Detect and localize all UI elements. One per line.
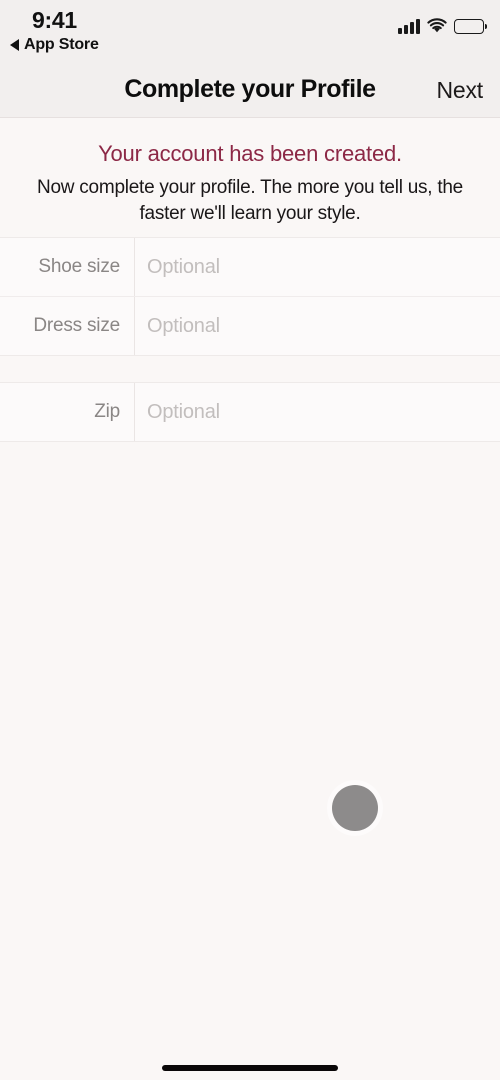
intro-block: Your account has been created. Now compl… [0,119,500,227]
form-row-zip[interactable]: Zip [0,382,500,442]
form-section-zip: Zip [0,382,500,442]
battery-full-icon [454,18,487,34]
status-bar: 9:41 App Store [0,0,500,62]
back-to-app-store-link[interactable]: App Store [10,36,99,54]
back-triangle-icon [10,39,19,51]
intro-subtext: Now complete your profile. The more you … [37,177,463,224]
home-indicator-bar[interactable] [162,1065,338,1071]
form-section-sizes: Shoe size Dress size [0,237,500,356]
assistive-touch-button[interactable] [332,785,378,831]
back-link-label: App Store [24,36,99,53]
zip-input[interactable] [135,382,500,442]
account-created-headline: Your account has been created. [98,141,402,166]
shoe-size-input[interactable] [135,237,500,297]
status-bar-time: 9:41 [32,7,77,33]
wifi-icon [427,18,447,34]
next-button[interactable]: Next [437,77,484,104]
form-row-shoe-size[interactable]: Shoe size [0,237,500,297]
cellular-signal-icon [398,18,420,34]
navigation-bar: Complete your Profile Next [0,62,500,118]
status-bar-indicators [398,18,487,34]
shoe-size-label: Shoe size [38,256,120,277]
form-row-dress-size[interactable]: Dress size [0,296,500,356]
dress-size-label: Dress size [33,315,120,336]
dress-size-input[interactable] [135,296,500,356]
page-title: Complete your Profile [124,75,376,103]
zip-label: Zip [94,401,120,422]
